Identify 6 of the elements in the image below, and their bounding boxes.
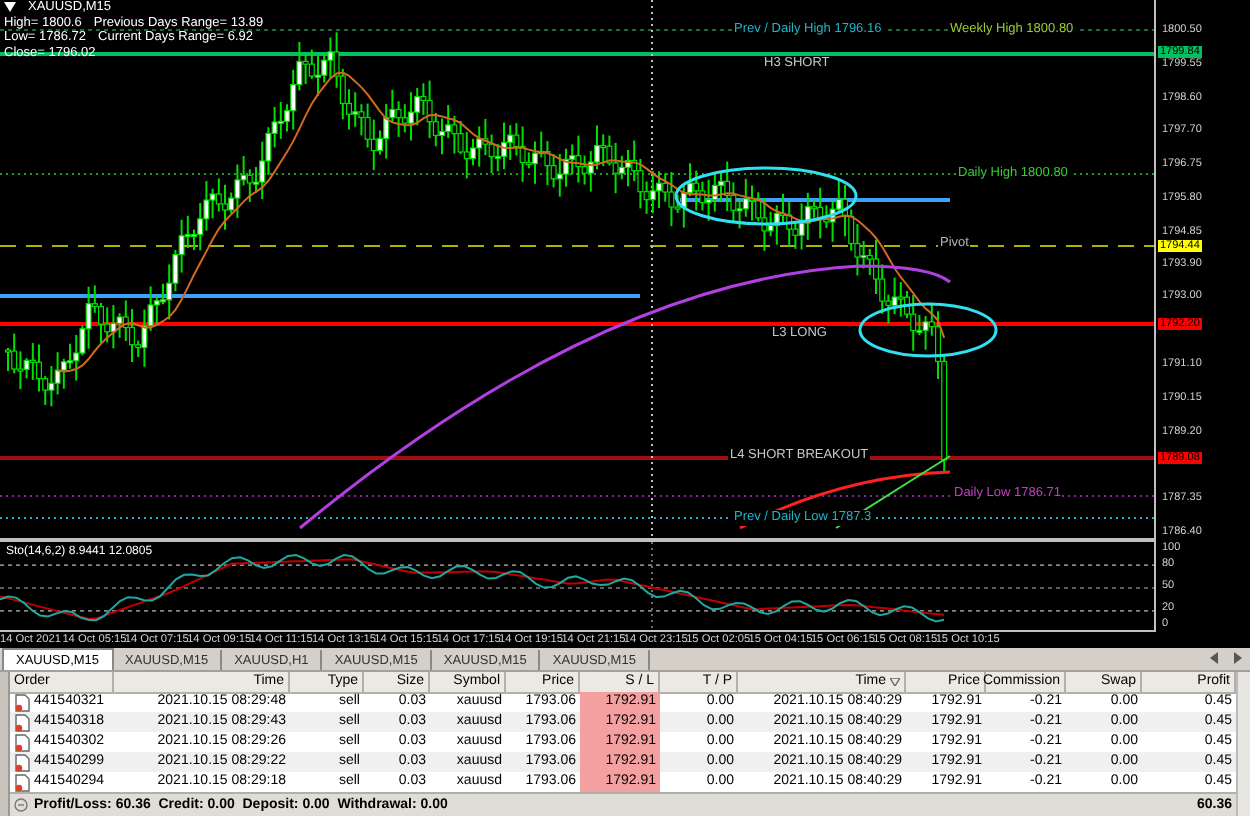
- collapse-icon[interactable]: [14, 798, 28, 812]
- highlight-ellipse: [858, 302, 998, 358]
- left-arrow-icon[interactable]: [1210, 652, 1218, 664]
- right-arrow-icon[interactable]: [1234, 652, 1242, 664]
- scrollbar[interactable]: [1236, 672, 1250, 816]
- dropdown-triangle-icon[interactable]: [4, 2, 16, 13]
